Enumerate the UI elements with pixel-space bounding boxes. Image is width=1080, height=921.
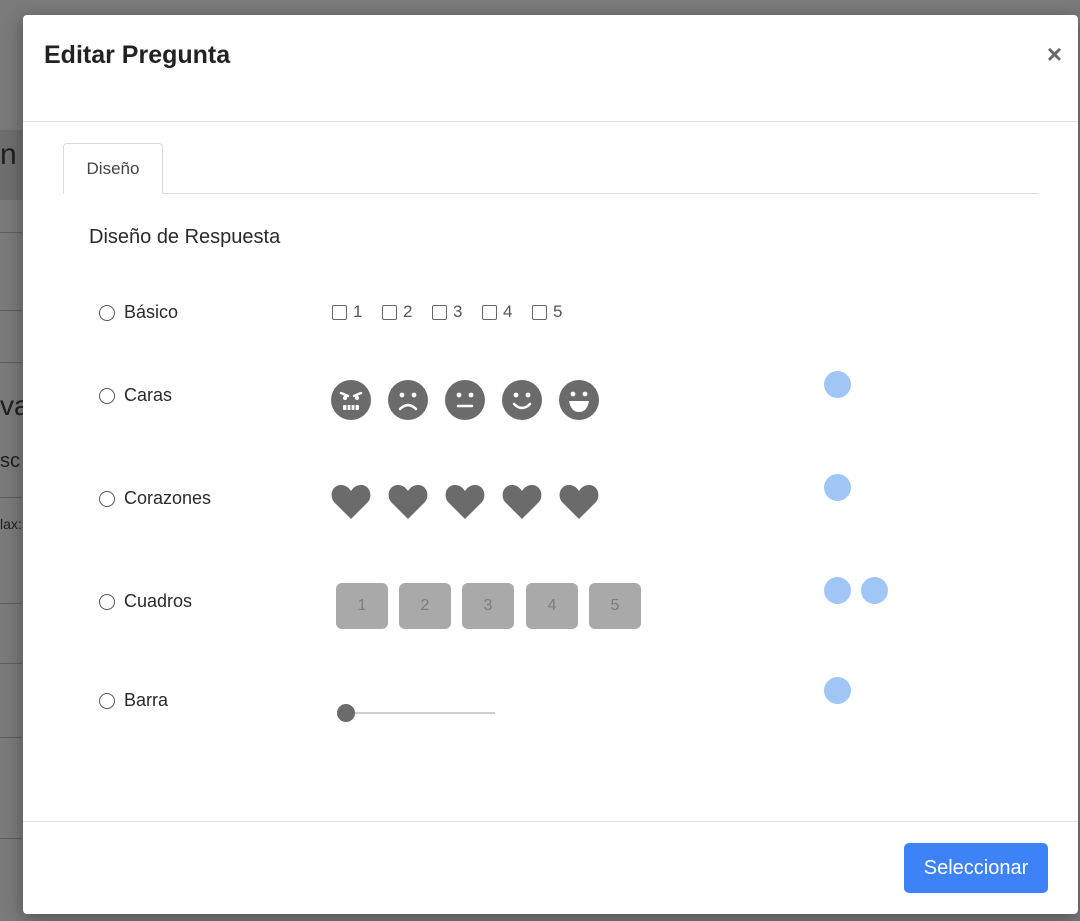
checkbox-label: 3 — [453, 302, 463, 321]
checkbox-1[interactable] — [332, 305, 347, 320]
edit-question-modal: Editar Pregunta × Diseño Diseño de Respu… — [23, 15, 1078, 914]
heart-icon[interactable] — [501, 481, 543, 523]
status-dot — [824, 371, 851, 398]
background-text: lax: — [0, 516, 22, 532]
tab-bar: Diseño — [63, 143, 1039, 194]
checkbox-label: 5 — [553, 302, 563, 321]
slider-track[interactable] — [347, 712, 495, 714]
square-option-3[interactable]: 3 — [462, 583, 514, 629]
grin-face-icon[interactable] — [558, 379, 600, 421]
square-option-5[interactable]: 5 — [589, 583, 641, 629]
option-label: Básico — [124, 302, 179, 322]
checkbox-5[interactable] — [532, 305, 547, 320]
radio-bar[interactable] — [99, 693, 115, 709]
status-dot — [861, 577, 888, 604]
square-option-2[interactable]: 2 — [399, 583, 451, 629]
close-icon[interactable]: × — [1047, 41, 1062, 67]
checkbox-label: 2 — [403, 302, 413, 321]
background-divider — [0, 310, 22, 311]
radio-faces[interactable] — [99, 388, 115, 404]
status-dot — [824, 577, 851, 604]
background-divider — [0, 232, 22, 233]
option-label: Cuadros — [124, 591, 193, 611]
heart-icon[interactable] — [387, 481, 429, 523]
option-label: Barra — [124, 690, 169, 710]
section-title: Diseño de Respuesta — [89, 226, 281, 248]
sad-face-icon[interactable] — [387, 379, 429, 421]
select-button[interactable]: Seleccionar — [904, 843, 1048, 893]
background-divider — [0, 737, 22, 738]
heart-icon[interactable] — [330, 481, 372, 523]
background-divider — [0, 838, 22, 839]
square-option-4[interactable]: 4 — [526, 583, 578, 629]
tab-diseno[interactable]: Diseño — [63, 143, 163, 194]
background-divider — [0, 497, 22, 498]
radio-squares[interactable] — [99, 594, 115, 610]
background-divider — [0, 603, 22, 604]
background-divider — [0, 663, 22, 664]
modal-title: Editar Pregunta — [44, 41, 231, 69]
status-dot — [824, 474, 851, 501]
smile-face-icon[interactable] — [501, 379, 543, 421]
radio-basic[interactable] — [99, 305, 115, 321]
option-label: Corazones — [124, 488, 212, 508]
checkbox-label: 4 — [503, 302, 513, 321]
radio-hearts[interactable] — [99, 491, 115, 507]
square-option-1[interactable]: 1 — [336, 583, 388, 629]
background-text: n — [0, 138, 17, 171]
heart-icon[interactable] — [444, 481, 486, 523]
checkbox-4[interactable] — [482, 305, 497, 320]
background-text: sc — [0, 450, 20, 472]
slider-thumb[interactable] — [337, 704, 355, 722]
angry-face-icon[interactable] — [330, 379, 372, 421]
checkbox-2[interactable] — [382, 305, 397, 320]
checkbox-3[interactable] — [432, 305, 447, 320]
background-divider — [0, 362, 22, 363]
neutral-face-icon[interactable] — [444, 379, 486, 421]
option-label: Caras — [124, 385, 173, 405]
checkbox-label: 1 — [353, 302, 363, 321]
heart-icon[interactable] — [558, 481, 600, 523]
status-dot — [824, 677, 851, 704]
modal-header: Editar Pregunta × — [23, 15, 1078, 122]
